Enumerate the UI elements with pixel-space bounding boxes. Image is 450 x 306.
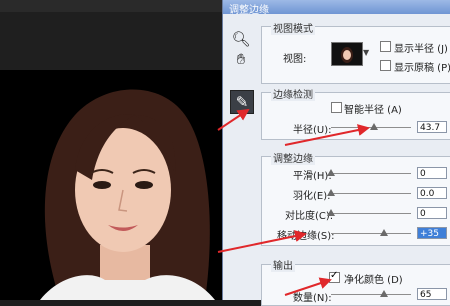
arrow-to-shift-edge	[217, 230, 307, 253]
arrow-to-brush	[217, 108, 250, 131]
annotation-arrows	[217, 108, 370, 296]
arrow-to-decontaminate	[284, 277, 332, 296]
arrow-to-radius	[284, 124, 370, 146]
